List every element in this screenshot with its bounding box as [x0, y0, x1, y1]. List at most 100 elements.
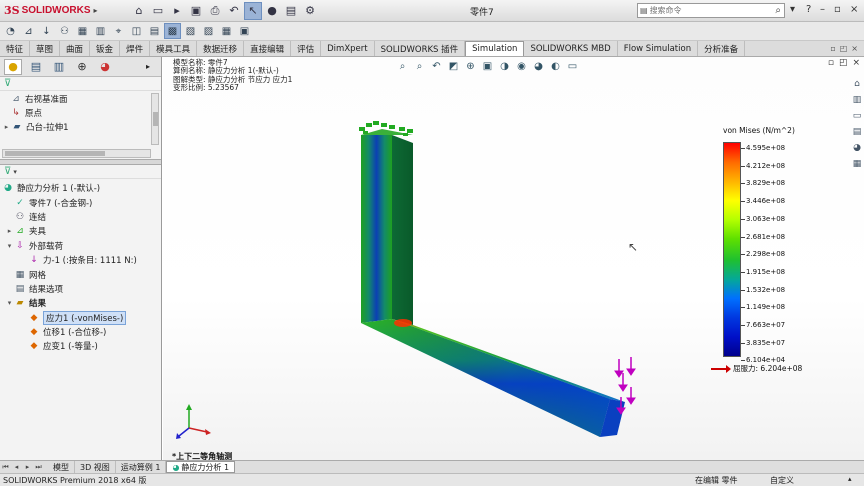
tab-sheet-metal[interactable]: 钣金 [90, 41, 121, 56]
menu-arrow-icon[interactable]: ▸ [94, 6, 98, 15]
compare-results-icon[interactable]: ▤ [146, 23, 163, 39]
hide-show-icon[interactable]: ◉ [514, 59, 529, 74]
stress-plot-model[interactable] [163, 57, 864, 460]
display-style-icon[interactable]: ◑ [497, 59, 512, 74]
first-tab-icon[interactable]: ⏮ [0, 463, 11, 472]
tab-weldments[interactable]: 焊件 [120, 41, 151, 56]
tree-item-part[interactable]: ✓ 零件7 (-合金钢-) [0, 195, 161, 209]
tree-item-stress1[interactable]: ◆ 应力1 (-vonMises-) [0, 310, 161, 325]
save-icon[interactable]: ▣ [187, 2, 205, 20]
filter-icon[interactable]: ⊽ [0, 77, 161, 91]
collapse-icon[interactable]: ▾ [5, 299, 14, 307]
new-document-icon[interactable]: ▭ [149, 2, 167, 20]
tree-item-result-options[interactable]: ▤ 结果选项 [0, 282, 161, 296]
include-image-icon[interactable]: ▨ [200, 23, 217, 39]
tree-item-origin[interactable]: ↳ 原点 [0, 106, 161, 120]
select-icon[interactable]: ↖ [244, 1, 262, 20]
previous-view-icon[interactable]: ↶ [429, 59, 444, 74]
shell-manager-icon[interactable]: ▦ [74, 23, 91, 39]
tree-hscrollbar[interactable] [2, 149, 151, 158]
view-settings-icon[interactable]: ▭ [565, 59, 580, 74]
tab-analysis-prep[interactable]: 分析准备 [698, 41, 746, 56]
results-advisor-icon[interactable]: ⌖ [110, 23, 127, 39]
units-status[interactable]: 自定义 [770, 475, 794, 486]
apply-scene-icon[interactable]: ◐ [548, 59, 563, 74]
minimize-icon[interactable]: – [820, 4, 825, 15]
units-dropdown-icon[interactable]: ▴ [848, 475, 852, 483]
close-doc-icon[interactable]: × [851, 44, 858, 53]
tab-3d-view[interactable]: 3D 视图 [75, 461, 116, 473]
tab-addins[interactable]: SOLIDWORKS 插件 [375, 41, 466, 56]
tab-dimxpert[interactable]: DimXpert [321, 41, 375, 56]
search-input[interactable] [649, 6, 750, 15]
rebuild-icon[interactable]: ▤ [282, 2, 300, 20]
report-icon[interactable]: ▧ [182, 23, 199, 39]
feature-manager-icon[interactable]: ● [4, 58, 22, 75]
home-icon[interactable]: ⌂ [130, 2, 148, 20]
zoom-to-fit-icon[interactable]: ⌕ [395, 59, 410, 74]
resources-icon[interactable]: ⌂ [851, 77, 864, 90]
tab-mold-tools[interactable]: 模具工具 [150, 41, 198, 56]
reference-triad[interactable] [175, 402, 215, 442]
last-tab-icon[interactable]: ⏭ [33, 463, 44, 472]
tree-item-external-loads[interactable]: ▾ ⇩ 外部载荷 [0, 239, 161, 253]
plot-tools-icon[interactable]: ▩ [164, 23, 181, 39]
close-view-icon[interactable]: × [852, 58, 860, 68]
property-manager-icon[interactable]: ▤ [27, 59, 45, 75]
next-tab-icon[interactable]: ▸ [22, 463, 33, 471]
tree-item-extrude[interactable]: ▸ ▰ 凸台-拉伸1 [0, 120, 161, 134]
deformed-result-icon[interactable]: ◫ [128, 23, 145, 39]
external-loads-icon[interactable]: ↓ [38, 23, 55, 39]
study-advisor-icon[interactable]: ◔ [2, 23, 19, 39]
tree-item-force[interactable]: ↓ 力-1 (:按条目: 1111 N:) [0, 253, 161, 267]
restore-icon[interactable]: ▫ [834, 4, 841, 15]
tab-direct-editing[interactable]: 直接编辑 [244, 41, 292, 56]
tab-data-migration[interactable]: 数据迁移 [197, 41, 245, 56]
restore-doc-icon[interactable]: ▫ [830, 44, 835, 53]
design-library-icon[interactable]: ▥ [851, 93, 864, 106]
tree-item-displacement1[interactable]: ◆ 位移1 (-合位移-) [0, 325, 161, 339]
display-manager-icon[interactable]: ◕ [96, 59, 114, 75]
tab-sketch[interactable]: 草图 [30, 41, 61, 56]
help-dropdown-icon[interactable]: ▾ [790, 4, 795, 15]
search-commands[interactable]: ▤ ⌕ [637, 3, 785, 18]
search-icon[interactable]: ⌕ [775, 5, 784, 16]
tab-surfaces[interactable]: 曲面 [60, 41, 91, 56]
tree-item-mesh[interactable]: ▦ 网格 [0, 267, 161, 281]
tab-mbd[interactable]: SOLIDWORKS MBD [524, 41, 618, 56]
tree-item-strain1[interactable]: ◆ 应变1 (-等量-) [0, 339, 161, 353]
prev-tab-icon[interactable]: ◂ [11, 463, 22, 471]
close-icon[interactable]: × [850, 4, 858, 15]
study-filter-icon[interactable]: ⊽ ▾ [0, 165, 161, 179]
graphics-area[interactable]: 模型名称: 零件7 算例名称: 静应力分析 1(-默认-) 图解类型: 静应力分… [163, 57, 864, 461]
collapse-icon[interactable]: ▾ [5, 242, 14, 250]
tab-evaluate[interactable]: 评估 [291, 41, 322, 56]
section-view-icon[interactable]: ◩ [446, 59, 461, 74]
tab-flow-simulation[interactable]: Flow Simulation [618, 41, 699, 56]
dimxpert-manager-icon[interactable]: ⊕ [73, 59, 91, 75]
file-explorer-icon[interactable]: ▭ [851, 109, 864, 122]
tree-item-connections[interactable]: ⚇ 连结 [0, 210, 161, 224]
dynamic-annotation-icon[interactable]: ⊕ [463, 59, 478, 74]
tab-features[interactable]: 特征 [0, 41, 31, 56]
open-icon[interactable]: ▸ [168, 2, 186, 20]
tree-item-study[interactable]: ◕ 静应力分析 1 (-默认-) [0, 181, 161, 195]
expand-icon[interactable]: ▸ [5, 227, 14, 235]
help-icon[interactable]: ? [806, 4, 811, 15]
run-icon[interactable]: ▥ [92, 23, 109, 39]
zoom-area-icon[interactable]: ⌕ [412, 59, 427, 74]
tree-item-fixtures[interactable]: ▸ ⊿ 夹具 [0, 224, 161, 238]
custom-properties-icon[interactable]: ▦ [851, 157, 864, 170]
tree-scrollbar[interactable] [151, 93, 159, 145]
connections-icon[interactable]: ⚇ [56, 23, 73, 39]
traffic-light-icon[interactable]: ● [263, 2, 281, 20]
print-icon[interactable]: ⎙ [206, 2, 224, 20]
tab-simulation[interactable]: Simulation [465, 41, 525, 56]
expand-icon[interactable]: ▸ [2, 123, 11, 131]
tile-icon[interactable]: ◰ [840, 44, 848, 53]
solidworks-logo[interactable]: 3S SOLIDWORKS ▸ [0, 4, 130, 17]
undo-icon[interactable]: ↶ [225, 2, 243, 20]
search-scope-icon[interactable]: ▤ [638, 6, 650, 15]
configuration-manager-icon[interactable]: ▥ [50, 59, 68, 75]
tab-model[interactable]: 模型 [48, 461, 75, 473]
